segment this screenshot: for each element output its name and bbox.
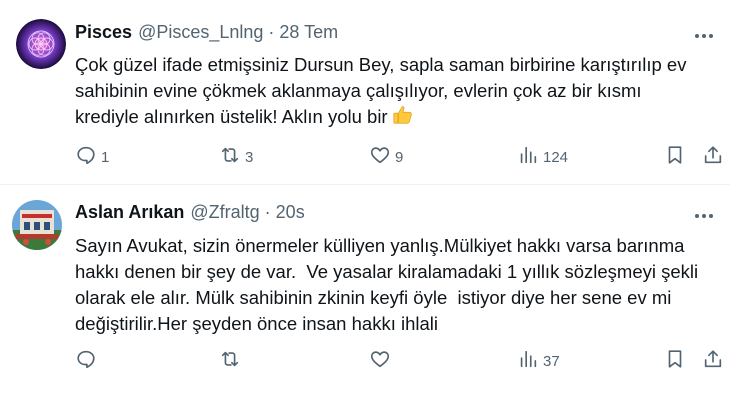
bookmark-button[interactable] (664, 142, 686, 172)
share-button[interactable] (702, 142, 724, 172)
views-button[interactable]: 124 (517, 142, 568, 172)
tweet[interactable]: Pisces @Pisces_Lnlng · 28 Tem Çok güzel … (0, 0, 730, 185)
like-count: 9 (395, 148, 404, 166)
separator-dot: · (264, 202, 271, 222)
like-button[interactable]: 9 (369, 142, 403, 172)
heart-icon (369, 348, 391, 374)
reply-icon (75, 144, 97, 170)
tweet-header: Aslan Arıkan @Zfraltg · 20s (75, 202, 305, 223)
heart-icon (369, 144, 391, 170)
tweet-text-line: sahibinin evine çökmek aklanmaya çalışıl… (75, 80, 642, 101)
tweet-text-line: Sayın Avukat, sizin önermeler külliyen y… (75, 235, 685, 256)
action-bar: 37 (0, 346, 730, 376)
timestamp[interactable]: 20s (276, 202, 305, 223)
tweet[interactable]: Aslan Arıkan @Zfraltg · 20s Sayın Avukat… (0, 186, 730, 420)
bookmark-icon (664, 144, 686, 170)
tweet-text-fragment: krediyle alınırken üstelik! Aklın yolu b… (75, 106, 388, 127)
tweet-text-line: hakkı denen bir şey de var. Ve yasalar k… (75, 261, 699, 282)
author-name[interactable]: Pisces (75, 22, 132, 43)
views-button[interactable]: 37 (517, 346, 560, 376)
tweet-text-line: olarak ele alır. Mülk sahibinin zkinin k… (75, 287, 672, 308)
thumbs-up-icon (392, 104, 414, 133)
share-icon (702, 144, 724, 170)
tweet-text-line: Çok güzel ifade etmişsiniz Dursun Bey, s… (75, 54, 687, 75)
tweet-header: Pisces @Pisces_Lnlng · 28 Tem (75, 22, 338, 43)
analytics-icon (517, 348, 539, 374)
retweet-count: 3 (245, 148, 254, 166)
timestamp[interactable]: 28 Tem (279, 22, 338, 43)
retweet-icon (219, 144, 241, 170)
analytics-icon (517, 144, 539, 170)
tweet-text-line: değiştirilir.Her şeyden önce insan hakkı… (75, 313, 438, 334)
separator-dot: · (268, 22, 275, 42)
tweet-text: Çok güzel ifade etmişsiniz Dursun Bey, s… (75, 52, 720, 133)
retweet-button[interactable] (219, 346, 245, 376)
action-bar: 1 3 9 124 (0, 142, 730, 172)
view-count: 124 (543, 148, 569, 166)
avatar[interactable] (16, 19, 66, 69)
avatar[interactable] (12, 200, 62, 250)
share-icon (702, 348, 724, 374)
tweet-text: Sayın Avukat, sizin önermeler külliyen y… (75, 233, 720, 337)
reply-count: 1 (101, 148, 110, 166)
bookmark-button[interactable] (664, 346, 686, 376)
retweet-icon (219, 348, 241, 374)
more-options-icon[interactable] (692, 206, 716, 226)
bookmark-icon (664, 348, 686, 374)
reply-button[interactable] (75, 346, 101, 376)
more-options-icon[interactable] (692, 26, 716, 46)
author-name[interactable]: Aslan Arıkan (75, 202, 184, 223)
like-button[interactable] (369, 346, 395, 376)
view-count: 37 (543, 352, 560, 370)
tweet-text-line-last: krediyle alınırken üstelik! Aklın yolu b… (75, 104, 720, 133)
author-handle[interactable]: @Pisces_Lnlng (138, 22, 263, 43)
share-button[interactable] (702, 346, 724, 376)
reply-icon (75, 348, 97, 374)
reply-button[interactable]: 1 (75, 142, 109, 172)
author-handle[interactable]: @Zfraltg (190, 202, 259, 223)
retweet-button[interactable]: 3 (219, 142, 253, 172)
